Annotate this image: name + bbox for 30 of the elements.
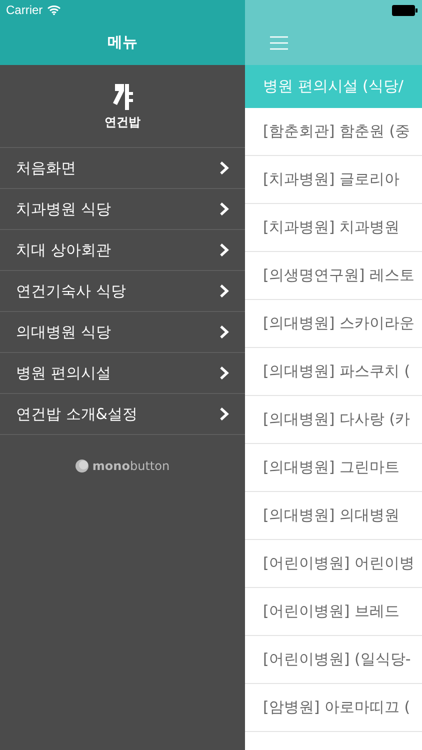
list-row[interactable]: [의대병원] 의대병원: [245, 492, 422, 540]
chevron-icon: [219, 202, 229, 216]
list-row[interactable]: [어린이병원] (일식당-: [245, 636, 422, 684]
list-row[interactable]: [어린이병원] 어린이병: [245, 540, 422, 588]
list-row[interactable]: [어린이병원] 브레드: [245, 588, 422, 636]
list-row[interactable]: [의대병원] 다사랑 (카: [245, 396, 422, 444]
wifi-icon: [46, 5, 61, 15]
list-row[interactable]: [치과병원] 글로리아: [245, 156, 422, 204]
battery-icon: [392, 4, 418, 16]
chevron-icon: [219, 325, 229, 339]
menu-title: 메뉴: [106, 32, 138, 53]
circle-logo-icon: [75, 459, 90, 473]
logo-text: 연건밥: [104, 114, 140, 130]
chevron-icon: [219, 284, 229, 298]
list-row[interactable]: [의대병원] 파스쿠치 (: [245, 348, 422, 396]
carrier-name: Carrier: [6, 3, 43, 17]
brand-name: monobutton: [92, 459, 170, 473]
list-row[interactable]: [의생명연구원] 레스토: [245, 252, 422, 300]
list-row[interactable]: [암병원] 아로마띠끄 (: [245, 684, 422, 732]
list-row[interactable]: [의대병원] 스카이라운: [245, 300, 422, 348]
list-row[interactable]: [치과병원] 치과병원: [245, 204, 422, 252]
chevron-icon: [219, 161, 229, 175]
list-row[interactable]: [함춘회관] 함춘원 (중: [245, 108, 422, 156]
list-row[interactable]: [의대병원] 그린마트: [245, 444, 422, 492]
chevron-icon: [219, 407, 229, 421]
section-header: 병원 편의시설 (식당/: [245, 65, 422, 108]
logo-icon: [110, 82, 134, 112]
menu-icon[interactable]: [270, 36, 288, 50]
chevron-icon: [219, 366, 229, 380]
chevron-icon: [219, 243, 229, 257]
